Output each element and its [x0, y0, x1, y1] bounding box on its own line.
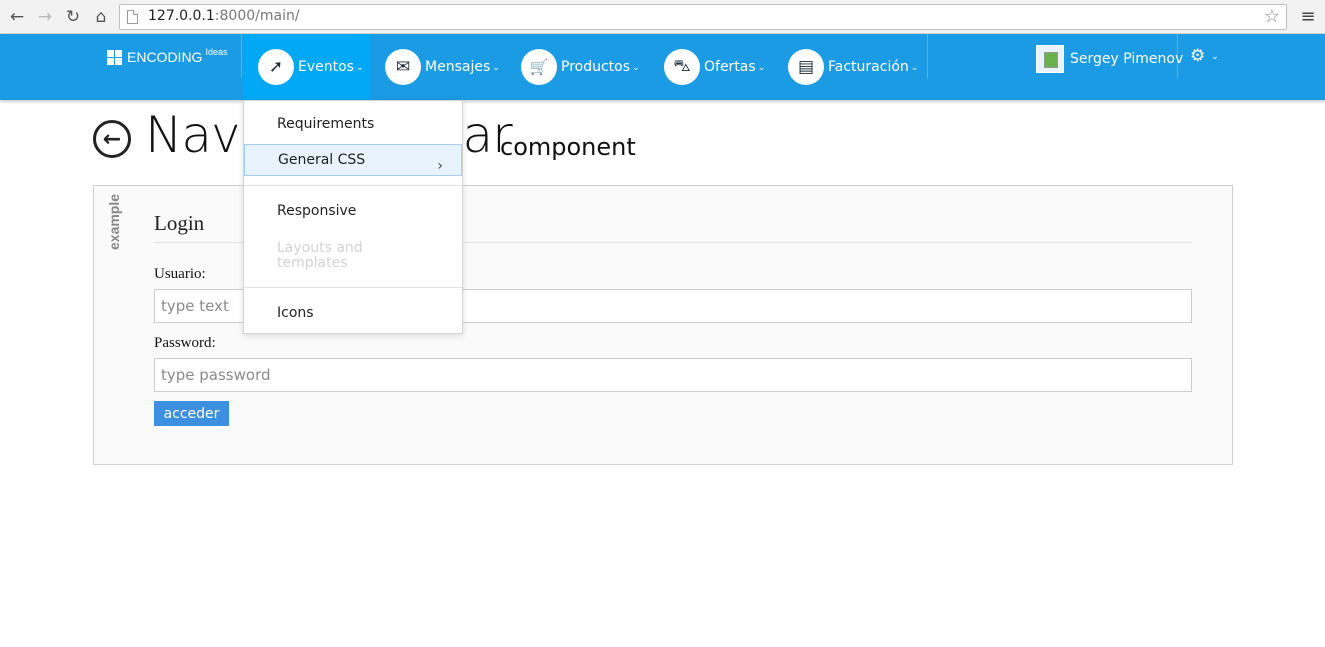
app-navbar: ENCODING Ideas ➚ Eventos ⌄ ✉ Mensajes ⌄ … [0, 34, 1325, 100]
user-menu[interactable]: Sergey Pimenov [1036, 45, 1183, 73]
grid-logo-icon [107, 49, 122, 65]
nav-item-label: Ofertas [704, 59, 756, 75]
nav-divider [1177, 34, 1178, 78]
user-name: Sergey Pimenov [1070, 51, 1184, 67]
url-path: :8000/main/ [214, 8, 300, 24]
brand-logo[interactable]: ENCODING Ideas [107, 47, 228, 65]
nav-item-mensajes[interactable]: ✉ Mensajes ⌄ [385, 34, 500, 100]
page-title-start: Navi [145, 106, 254, 164]
browser-menu-icon[interactable]: ≡ [1297, 6, 1319, 28]
menu-item-general-css[interactable]: General CSS › [244, 144, 462, 176]
nav-divider [241, 34, 242, 78]
brand-name: ENCODING [127, 49, 203, 65]
browser-toolbar: ← → ↻ ⌂ 127.0.0.1:8000/main/ ☆ ≡ [0, 0, 1325, 34]
envelope-icon: ✉ [385, 49, 421, 85]
brand-superscript: Ideas [205, 47, 228, 57]
password-input[interactable] [154, 358, 1192, 392]
menu-item-requirements[interactable]: Requirements [244, 113, 462, 135]
settings-menu[interactable]: ⚙ ⌄ [1190, 46, 1219, 66]
home-icon[interactable]: ⌂ [90, 6, 112, 28]
nav-item-productos[interactable]: 🛒 Productos ⌄ [521, 34, 640, 100]
nav-item-label: Eventos [298, 59, 354, 75]
eventos-dropdown: Requirements General CSS › Responsive La… [243, 100, 463, 334]
menu-divider [244, 287, 462, 288]
menu-item-layouts: Layouts and templates [277, 240, 363, 271]
gear-icon: ⚙ [1190, 46, 1206, 66]
cart-icon: 🛒 [521, 49, 557, 85]
login-title: Login [154, 211, 205, 235]
chevron-down-icon: ⌄ [632, 63, 640, 73]
browser-window: ← → ↻ ⌂ 127.0.0.1:8000/main/ ☆ ≡ ENCODIN… [0, 0, 1325, 647]
nav-item-label: Mensajes [425, 59, 491, 75]
chevron-down-icon: ⌄ [1211, 52, 1219, 62]
basket-icon: ⛍ [664, 49, 700, 85]
nav-divider [927, 34, 928, 78]
menu-item-label: General CSS [278, 152, 366, 168]
nav-item-ofertas[interactable]: ⛍ Ofertas ⌄ [664, 34, 765, 100]
submit-button[interactable]: acceder [154, 401, 229, 426]
bookmark-star-icon[interactable]: ☆ [1264, 6, 1280, 27]
nav-item-eventos[interactable]: ➚ Eventos ⌄ [243, 34, 370, 100]
page-icon [127, 10, 138, 24]
avatar [1036, 45, 1064, 73]
nav-item-label: Productos [561, 59, 631, 75]
chevron-right-icon: › [437, 158, 443, 174]
back-circle-icon[interactable]: ← [93, 120, 131, 158]
chevron-down-icon: ⌄ [492, 63, 500, 73]
chevron-down-icon: ⌄ [910, 63, 919, 73]
back-arrow-icon[interactable]: ← [6, 6, 28, 28]
menu-item-responsive[interactable]: Responsive [244, 200, 462, 222]
username-label: Usuario: [154, 266, 206, 282]
page-subtitle: component [500, 133, 636, 161]
menu-item-icons[interactable]: Icons [244, 302, 462, 324]
url-host: 127.0.0.1 [148, 8, 215, 24]
rocket-icon: ➚ [258, 49, 294, 85]
nav-item-facturacion[interactable]: ▤ Facturación ⌄ [788, 34, 918, 100]
chevron-down-icon: ⌄ [757, 63, 766, 73]
password-label: Password: [154, 335, 216, 351]
address-bar[interactable]: 127.0.0.1:8000/main/ ☆ [119, 4, 1287, 30]
example-tag: example [106, 194, 122, 251]
menu-divider [244, 185, 462, 186]
url-text: 127.0.0.1:8000/main/ [148, 8, 300, 24]
chevron-down-icon: ⌄ [355, 63, 364, 73]
reload-icon[interactable]: ↻ [62, 6, 84, 28]
forward-arrow-icon[interactable]: → [34, 6, 56, 28]
nav-item-label: Facturación [828, 59, 909, 75]
money-icon: ▤ [788, 49, 824, 85]
